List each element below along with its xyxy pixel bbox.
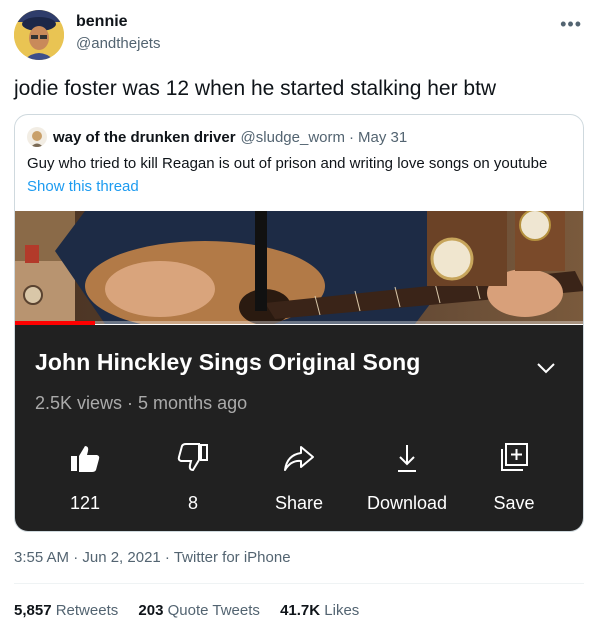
author-name[interactable]: bennie <box>76 13 128 31</box>
retweets-stat[interactable]: 5,857 Retweets <box>14 602 118 619</box>
dislike-button[interactable]: 8 <box>138 435 248 515</box>
tweet-text: jodie foster was 12 when he started stal… <box>14 77 497 100</box>
video-thumbnail[interactable] <box>15 211 583 324</box>
quoted-tweet-text: Guy who tried to kill Reagan is out of p… <box>27 155 548 172</box>
likes-stat[interactable]: 41.7K Likes <box>280 602 359 619</box>
quoted-date[interactable]: May 31 <box>358 129 407 146</box>
likes-label: Likes <box>324 602 360 619</box>
author-handle[interactable]: @andthejets <box>76 35 160 52</box>
quoted-avatar[interactable] <box>27 127 47 147</box>
separator-dot: · <box>348 128 354 146</box>
dislike-count: 8 <box>187 493 198 513</box>
quoted-author-handle[interactable]: @sludge_worm <box>241 129 345 146</box>
divider <box>14 583 584 584</box>
like-button[interactable]: 121 <box>30 435 140 515</box>
avatar[interactable] <box>14 10 64 60</box>
tweet-timestamp[interactable]: 3:55 AM · Jun 2, 2021 · Twitter for iPho… <box>14 549 291 566</box>
save-playlist-icon <box>501 443 528 471</box>
share-label: Share <box>274 493 324 513</box>
video-info-panel: John Hinckley Sings Original Song 2.5K v… <box>15 325 583 531</box>
share-button[interactable]: Share <box>244 435 354 515</box>
video-actions: 121 8 Share Download Save <box>15 435 583 515</box>
engagement-stats: 5,857 Retweets 203 Quote Tweets 41.7K Li… <box>14 602 375 619</box>
video-title[interactable]: John Hinckley Sings Original Song <box>35 349 420 376</box>
quoted-author-name[interactable]: way of the drunken driver <box>53 129 236 146</box>
thumbs-down-icon <box>177 443 208 472</box>
like-count: 121 <box>69 493 101 513</box>
quote-tweets-stat[interactable]: 203 Quote Tweets <box>138 602 259 619</box>
download-button[interactable]: Download <box>352 435 462 515</box>
chevron-down-icon[interactable] <box>535 357 557 379</box>
download-label: Download <box>366 493 448 513</box>
likes-count: 41.7K <box>280 602 321 619</box>
more-horizontal-icon[interactable]: ••• <box>560 14 582 35</box>
save-button[interactable]: Save <box>459 435 569 515</box>
show-thread-link[interactable]: Show this thread <box>27 178 139 195</box>
retweets-count: 5,857 <box>14 602 52 619</box>
quoted-tweet-header: way of the drunken driver @sludge_worm ·… <box>27 127 407 147</box>
retweets-label: Retweets <box>55 602 119 619</box>
quote-tweets-label: Quote Tweets <box>167 602 260 619</box>
quoted-tweet[interactable]: way of the drunken driver @sludge_worm ·… <box>14 114 584 532</box>
thumbs-up-icon <box>71 446 100 472</box>
download-icon <box>398 445 416 472</box>
quote-tweets-count: 203 <box>138 602 164 619</box>
video-meta: 2.5K views · 5 months ago <box>35 393 248 413</box>
share-arrow-icon <box>284 446 314 471</box>
save-label: Save <box>493 493 535 513</box>
